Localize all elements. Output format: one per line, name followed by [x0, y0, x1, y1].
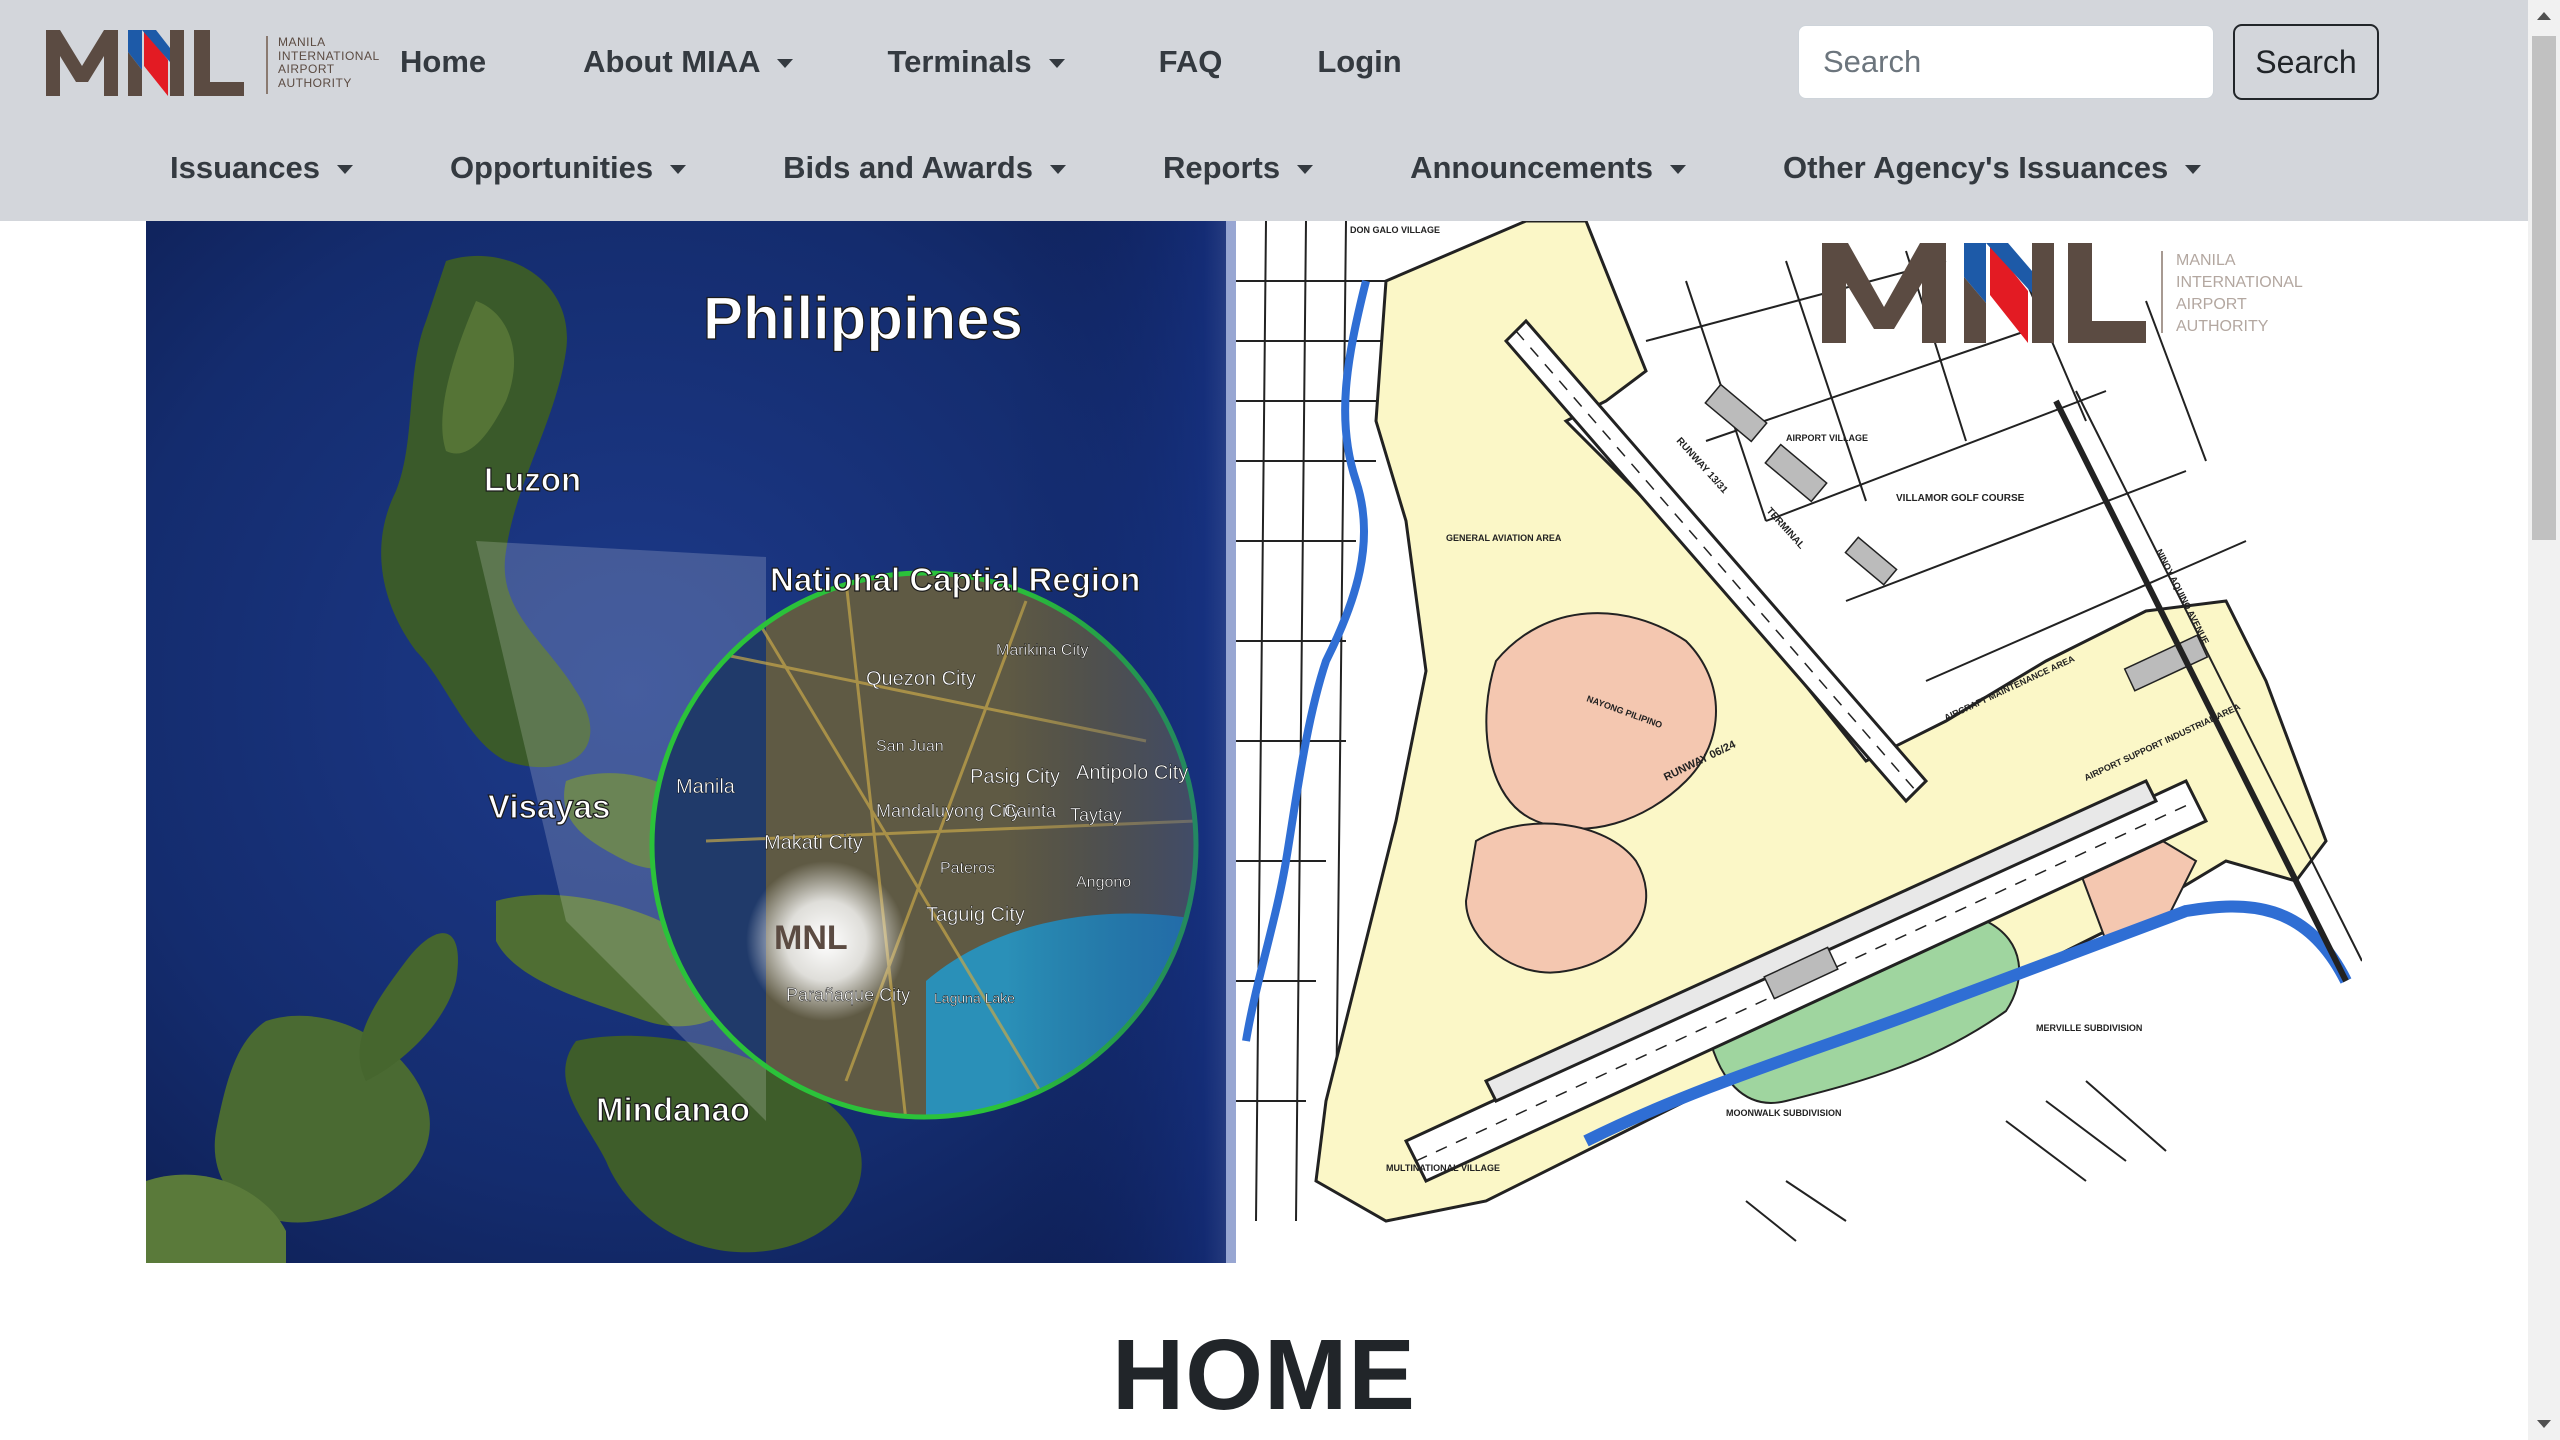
map-label-don-galo: DON GALO VILLAGE [1350, 225, 1440, 235]
nav-other-agency-label: Other Agency's Issuances [1782, 150, 2169, 185]
city-label-pateros: Pateros [940, 860, 995, 877]
map-label-merville: MERVILLE SUBDIVISION [2036, 1023, 2142, 1033]
logo-line: MANILA [278, 35, 326, 49]
secondary-nav: Issuances Opportunities Bids and Awards … [170, 138, 2202, 198]
chevron-down-icon [1669, 164, 1686, 174]
city-label-mandaluyong: Mandaluyong City [876, 801, 1020, 821]
logo-line: INTERNATIONAL [278, 48, 380, 63]
nav-terminals-label: Terminals [887, 44, 1032, 79]
map-label-multinational: MULTINATIONAL VILLAGE [1386, 1163, 1500, 1173]
chevron-down-icon [336, 164, 353, 174]
city-label-makati: Makati City [764, 832, 863, 854]
ncr-label: National Captial Region [770, 561, 1140, 598]
nav-home[interactable]: Home [400, 44, 486, 80]
page-scrollbar[interactable] [2528, 0, 2560, 1440]
nav-opportunities-label: Opportunities [449, 150, 654, 185]
city-label-angono: Angono [1076, 874, 1131, 891]
primary-nav: Home About MIAA Terminals FAQ Login [400, 32, 1402, 92]
city-label-quezon: Quezon City [866, 668, 976, 690]
city-label-marikina: Marikina City [996, 642, 1088, 659]
city-label-san-juan: San Juan [876, 738, 944, 755]
city-label-pasig: Pasig City [970, 766, 1060, 788]
city-label-taytay: Taytay [1070, 805, 1122, 825]
nav-login-label: Login [1317, 44, 1402, 79]
chevron-down-icon [670, 164, 687, 174]
nav-about-label: About MIAA [583, 44, 761, 79]
map-label-villamor: VILLAMOR GOLF COURSE [1896, 493, 2025, 504]
nav-issuances-label: Issuances [170, 150, 320, 185]
map-logo-line: MANILA [2176, 252, 2236, 269]
chevron-down-icon [1049, 164, 1066, 174]
city-label-antipolo: Antipolo City [1076, 762, 1188, 784]
search-input[interactable] [1798, 25, 2214, 99]
chevron-down-icon [1297, 164, 1314, 174]
nav-other-agency-dropdown[interactable]: Other Agency's Issuances [1782, 150, 2202, 186]
map-logo-line: INTERNATIONAL [2176, 274, 2303, 291]
island-label-mindanao: Mindanao [596, 1091, 750, 1128]
nav-home-label: Home [400, 44, 487, 79]
satellite-map [146, 221, 1366, 1263]
logo-line: AIRPORT [278, 62, 335, 76]
city-label-paranaque: Parañaque City [786, 985, 910, 1005]
nav-faq[interactable]: FAQ [1159, 44, 1223, 80]
map-label-general-aviation: GENERAL AVIATION AREA [1446, 533, 1562, 543]
nav-announcements-dropdown[interactable]: Announcements [1410, 150, 1686, 186]
nav-announcements-label: Announcements [1410, 150, 1653, 185]
map-label-airport-village: AIRPORT VILLAGE [1786, 433, 1868, 443]
nav-login[interactable]: Login [1317, 44, 1401, 80]
scrollbar-thumb[interactable] [2532, 36, 2556, 540]
city-label-manila: Manila [676, 776, 736, 798]
search-button[interactable]: Search [2233, 24, 2379, 100]
mnl-logo-mark [46, 30, 244, 96]
chevron-down-icon [777, 58, 794, 68]
nav-about-miaa-dropdown[interactable]: About MIAA [583, 44, 794, 80]
map-title-philippines: Philippines [703, 285, 1023, 352]
island-label-luzon: Luzon [484, 461, 581, 498]
chevron-down-icon [1048, 58, 1065, 68]
nav-bids-label: Bids and Awards [783, 150, 1033, 185]
map-logo-line: AIRPORT [2176, 296, 2247, 313]
map-label-moonwalk: MOONWALK SUBDIVISION [1726, 1108, 1842, 1118]
mnl-logo-caption: MANILA INTERNATIONAL AIRPORT AUTHORITY [266, 35, 388, 94]
island-label-visayas: Visayas [488, 788, 610, 825]
nav-issuances-dropdown[interactable]: Issuances [170, 150, 353, 186]
nav-faq-label: FAQ [1158, 44, 1223, 79]
scroll-up-arrow-icon[interactable] [2537, 12, 2551, 20]
banner-image: Philippines Luzon Visayas Mindanao Natio… [146, 221, 2362, 1263]
nav-terminals-dropdown[interactable]: Terminals [887, 44, 1065, 80]
map-logo-line: AUTHORITY [2176, 318, 2269, 335]
nav-opportunities-dropdown[interactable]: Opportunities [449, 150, 687, 186]
logo-line: AUTHORITY [278, 75, 352, 90]
city-label-cainta: Cainta [1004, 801, 1057, 821]
nav-reports-dropdown[interactable]: Reports [1162, 150, 1314, 186]
page-title: HOME [1112, 1319, 1416, 1431]
city-label-laguna: Laguna Lake [934, 990, 1015, 1006]
hero-banner: Philippines Luzon Visayas Mindanao Natio… [146, 221, 2362, 1263]
city-label-taguig: Taguig City [926, 904, 1025, 926]
airport-map [1236, 221, 2362, 1263]
scroll-down-arrow-icon[interactable] [2537, 1420, 2551, 1428]
chevron-down-icon [2185, 164, 2202, 174]
mnl-logo[interactable]: MANILA INTERNATIONAL AIRPORT AUTHORITY [44, 24, 379, 100]
top-navbar: MANILA INTERNATIONAL AIRPORT AUTHORITY H… [0, 0, 2528, 221]
ncr-mnl-logo: MNL [774, 919, 848, 957]
nav-reports-label: Reports [1162, 150, 1281, 185]
nav-bids-awards-dropdown[interactable]: Bids and Awards [783, 150, 1066, 186]
